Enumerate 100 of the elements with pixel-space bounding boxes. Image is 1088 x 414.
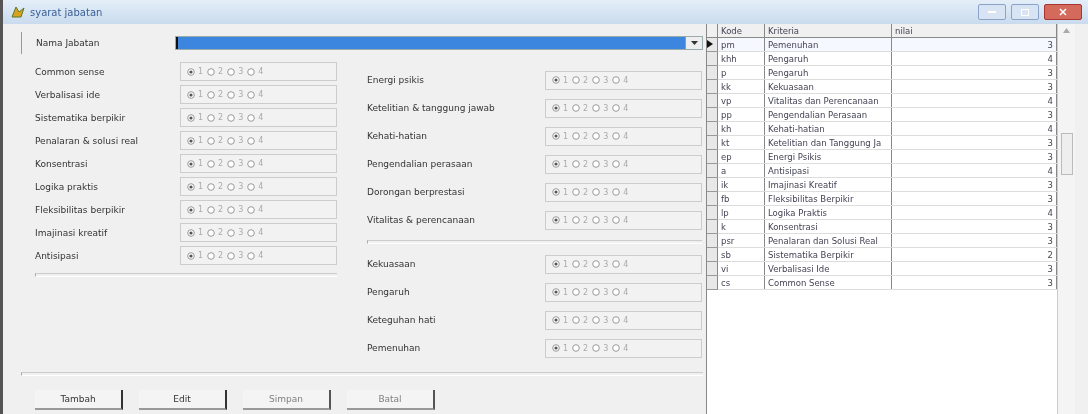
radio-icon[interactable] [612,160,621,168]
radio-label[interactable]: 2 [218,251,224,260]
close-button[interactable] [1044,4,1082,20]
radio-icon[interactable] [247,159,256,168]
radio-icon[interactable] [592,216,601,224]
radio-selected-icon[interactable] [187,90,195,99]
column-header[interactable]: nilai [891,24,1057,38]
radio-selected-icon[interactable] [187,182,195,191]
maximize-button[interactable] [1011,4,1039,20]
radio-icon[interactable] [207,159,216,168]
radio-icon[interactable] [592,76,601,84]
radio-icon[interactable] [572,316,581,324]
radio-label[interactable]: 4 [258,67,264,76]
radio-label[interactable]: 3 [238,251,244,260]
radio-icon[interactable] [612,188,621,196]
radio-icon[interactable] [592,104,601,112]
radio-icon[interactable] [572,260,581,268]
radio-icon[interactable] [227,205,236,214]
radio-label[interactable]: 1 [563,159,569,169]
radio-label[interactable]: 1 [563,131,569,141]
radio-label[interactable]: 4 [623,159,629,169]
minimize-button[interactable] [978,4,1006,20]
scrollbar[interactable] [1057,24,1075,414]
radio-selected-icon[interactable] [552,316,560,324]
radio-icon[interactable] [207,182,216,191]
radio-label[interactable]: 4 [623,343,629,353]
radio-icon[interactable] [612,288,621,296]
radio-label[interactable]: 3 [603,343,609,353]
radio-icon[interactable] [227,90,236,99]
radio-icon[interactable] [247,113,256,122]
radio-icon[interactable] [612,132,621,140]
radio-icon[interactable] [207,67,216,76]
radio-label[interactable]: 1 [563,315,569,325]
radio-icon[interactable] [227,136,236,145]
radio-label[interactable]: 2 [583,187,589,197]
radio-label[interactable]: 2 [583,131,589,141]
radio-label[interactable]: 1 [563,287,569,297]
radio-selected-icon[interactable] [187,228,195,237]
radio-label[interactable]: 3 [603,187,609,197]
radio-icon[interactable] [592,160,601,168]
radio-icon[interactable] [207,113,216,122]
radio-icon[interactable] [612,344,621,352]
radio-label[interactable]: 1 [563,343,569,353]
action-button[interactable]: Tambah [35,390,123,410]
radio-label[interactable]: 3 [603,259,609,269]
radio-label[interactable]: 4 [258,228,264,237]
radio-label[interactable]: 3 [238,67,244,76]
radio-label[interactable]: 2 [583,315,589,325]
radio-label[interactable]: 1 [198,228,204,237]
radio-icon[interactable] [572,104,581,112]
radio-label[interactable]: 3 [238,205,244,214]
radio-icon[interactable] [207,251,216,260]
radio-label[interactable]: 3 [238,228,244,237]
radio-label[interactable]: 2 [583,75,589,85]
radio-selected-icon[interactable] [187,113,195,122]
scroll-thumb[interactable] [1060,133,1073,175]
radio-label[interactable]: 4 [623,259,629,269]
radio-selected-icon[interactable] [187,136,195,145]
radio-label[interactable]: 1 [563,75,569,85]
radio-label[interactable]: 1 [563,187,569,197]
column-header[interactable]: Kode [717,24,765,38]
radio-selected-icon[interactable] [187,205,195,214]
radio-label[interactable]: 4 [258,159,264,168]
radio-icon[interactable] [247,205,256,214]
radio-icon[interactable] [572,188,581,196]
radio-label[interactable]: 1 [198,205,204,214]
radio-label[interactable]: 2 [218,113,224,122]
radio-label[interactable]: 2 [218,205,224,214]
radio-label[interactable]: 2 [218,67,224,76]
radio-label[interactable]: 3 [603,315,609,325]
radio-label[interactable]: 2 [583,159,589,169]
radio-icon[interactable] [612,260,621,268]
radio-label[interactable]: 1 [198,159,204,168]
radio-selected-icon[interactable] [552,188,560,196]
radio-icon[interactable] [247,251,256,260]
radio-icon[interactable] [227,113,236,122]
radio-label[interactable]: 2 [218,136,224,145]
radio-icon[interactable] [207,136,216,145]
radio-label[interactable]: 3 [238,159,244,168]
radio-icon[interactable] [572,344,581,352]
radio-icon[interactable] [592,316,601,324]
radio-label[interactable]: 4 [623,187,629,197]
radio-icon[interactable] [207,228,216,237]
radio-selected-icon[interactable] [187,67,195,76]
radio-label[interactable]: 4 [258,90,264,99]
radio-label[interactable]: 1 [198,67,204,76]
radio-label[interactable]: 2 [218,159,224,168]
radio-label[interactable]: 1 [198,251,204,260]
radio-icon[interactable] [227,67,236,76]
radio-label[interactable]: 4 [623,131,629,141]
radio-label[interactable]: 3 [603,159,609,169]
radio-label[interactable]: 1 [198,113,204,122]
radio-selected-icon[interactable] [552,344,560,352]
action-button[interactable]: Edit [139,390,227,410]
radio-icon[interactable] [572,160,581,168]
radio-icon[interactable] [592,132,601,140]
radio-label[interactable]: 4 [258,113,264,122]
radio-icon[interactable] [612,104,621,112]
radio-icon[interactable] [207,90,216,99]
radio-label[interactable]: 1 [563,103,569,113]
